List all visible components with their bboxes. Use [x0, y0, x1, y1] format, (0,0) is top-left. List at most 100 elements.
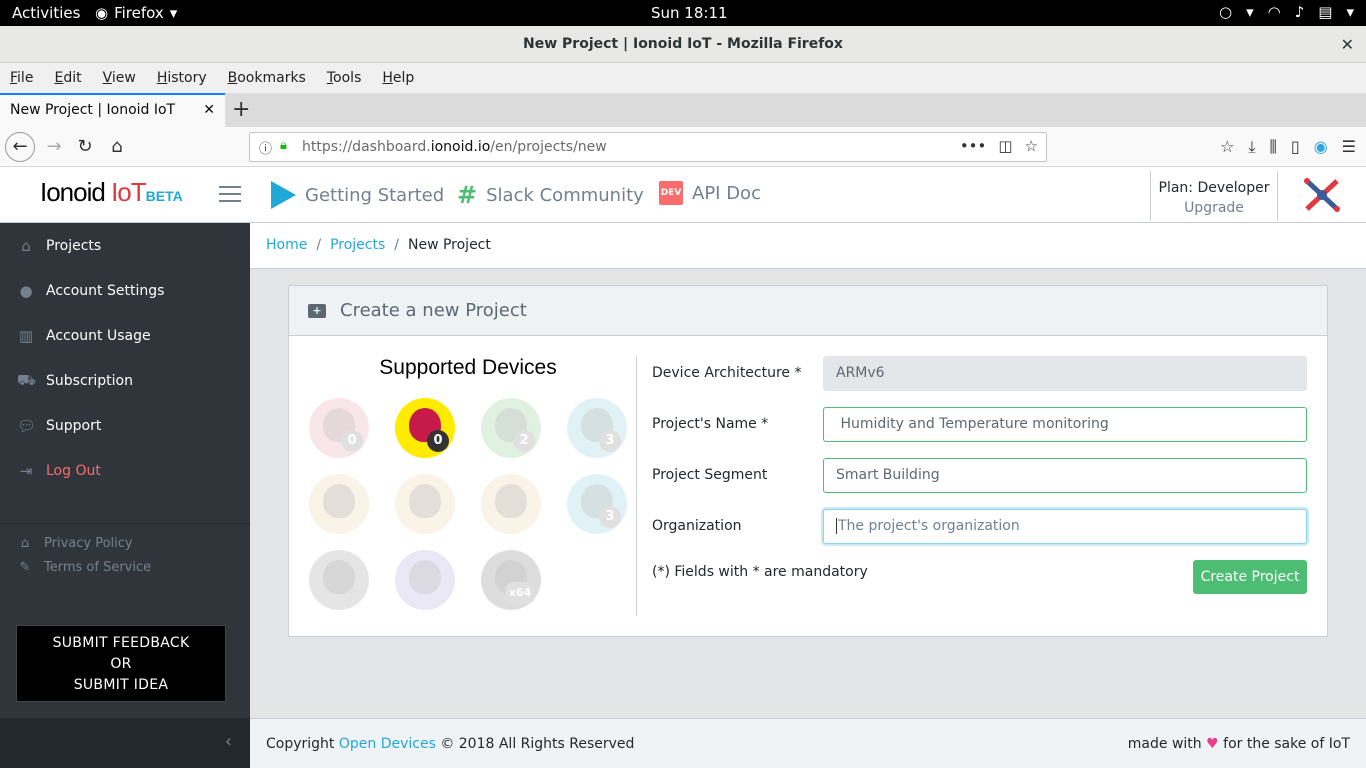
breadcrumb-home[interactable]: Home	[266, 237, 307, 253]
breadcrumb-projects[interactable]: Projects	[330, 237, 385, 253]
sidebar-item-account-usage[interactable]: ▥ Account Usage	[0, 313, 250, 358]
nav-getting-started-label: Getting Started	[305, 184, 445, 206]
forward-icon[interactable]: →	[40, 133, 68, 161]
chart-icon: ▥	[18, 326, 34, 345]
sidebar-item-account-settings[interactable]: ● Account Settings	[0, 268, 250, 313]
device-raspberry-pi-zero-w[interactable]: 0	[395, 398, 455, 458]
device-linux-x64[interactable]: x64	[481, 550, 541, 610]
privacy-policy-link[interactable]: ⌂ Privacy Policy	[0, 531, 250, 555]
made-with-prefix: made with	[1127, 736, 1207, 752]
terms-of-service-link[interactable]: ✎ Terms of Service	[0, 555, 250, 579]
home-icon[interactable]: ⌂	[103, 133, 131, 161]
library-icon[interactable]: ⫼	[1270, 137, 1277, 157]
project-name-input[interactable]: Humidity and Temperature monitoring	[823, 407, 1307, 442]
reload-icon[interactable]: ↻	[71, 133, 99, 161]
device-logo-icon	[323, 560, 355, 594]
project-segment-input[interactable]: Smart Building	[823, 458, 1307, 493]
sidebar-item-support[interactable]: 💬︎ Support	[0, 403, 250, 448]
pocket-icon[interactable]: ◫	[998, 137, 1012, 155]
name-label: Project's Name *	[652, 416, 769, 432]
device-badge: 0	[341, 430, 363, 452]
menu-tools[interactable]: Tools	[327, 70, 362, 86]
privacy-policy-label: Privacy Policy	[44, 535, 133, 551]
reading-list-icon[interactable]: ☆	[1220, 137, 1234, 157]
more-actions-icon[interactable]: •••	[960, 137, 987, 155]
open-devices-link[interactable]: Open Devices	[339, 736, 436, 752]
plan-label: Plan: Developer	[1158, 180, 1270, 196]
brand-name: Ionoid	[40, 177, 106, 207]
device-logo-icon	[323, 484, 355, 518]
device-raspberry-pi-zero[interactable]: 0	[309, 398, 369, 458]
device-beaglebone-white[interactable]	[395, 474, 455, 534]
nav-api-doc[interactable]: DEV API Doc	[659, 181, 761, 205]
download-icon[interactable]: ⤓	[1248, 137, 1255, 157]
menu-file[interactable]: File	[10, 70, 33, 86]
device-raspberry-pi-3[interactable]: 3	[567, 398, 627, 458]
activities-button[interactable]: Activities	[12, 4, 80, 22]
menu-bookmarks[interactable]: Bookmarks	[228, 70, 306, 86]
window-title: New Project | Ionoid IoT - Mozilla Firef…	[523, 36, 843, 52]
tab-title: New Project | Ionoid IoT	[10, 102, 176, 118]
sidebar: ⌂ Projects ● Account Settings ▥ Account …	[0, 223, 250, 768]
vertical-divider	[636, 356, 637, 616]
nav-getting-started[interactable]: Getting Started	[270, 181, 444, 209]
device-raspberry-pi-2[interactable]: 2	[481, 398, 541, 458]
close-window-icon[interactable]: ✕	[1341, 26, 1354, 63]
sidebar-item-projects[interactable]: ⌂ Projects	[0, 223, 250, 268]
sidebar-toggle-icon[interactable]: ▯	[1291, 137, 1300, 157]
device-beaglebone-black[interactable]	[309, 474, 369, 534]
upgrade-link[interactable]: Upgrade	[1151, 200, 1277, 216]
volume-icon: ♪	[1294, 3, 1305, 21]
nav-slack-community[interactable]: # Slack Community	[457, 181, 644, 209]
sidebar-divider	[0, 523, 250, 524]
sidebar-item-logout[interactable]: ⇥ Log Out	[0, 448, 250, 493]
nav-api-doc-label: API Doc	[692, 182, 761, 204]
submit-feedback-button[interactable]: SUBMIT FEEDBACK OR SUBMIT IDEA	[16, 625, 226, 702]
brand-logo[interactable]: Ionoid IoTBETA	[40, 177, 183, 208]
sidebar-item-subscription[interactable]: ⛟ Subscription	[0, 358, 250, 403]
comment-icon: 💬︎	[17, 416, 37, 435]
close-tab-icon[interactable]: ✕	[203, 102, 215, 118]
sidebar-toggle-hamburger-icon[interactable]	[219, 186, 241, 207]
breadcrumb: Home / Projects / New Project	[250, 223, 1366, 269]
create-project-button[interactable]: Create Project	[1193, 560, 1307, 594]
device-raspberry-pi-3-plus[interactable]: 3	[567, 474, 627, 534]
user-avatar-icon[interactable]	[1303, 177, 1341, 213]
bookmark-star-icon[interactable]: ☆	[1025, 137, 1038, 155]
device-beaglebone-green[interactable]	[481, 474, 541, 534]
home-icon: ⌂	[21, 236, 31, 255]
info-icon[interactable]: ⓘ	[259, 138, 272, 157]
back-icon[interactable]: ←	[5, 132, 35, 162]
app-header: Ionoid IoTBETA Getting Started # Slack C…	[0, 167, 1366, 223]
nav-slack-community-label: Slack Community	[486, 184, 644, 206]
sidebar-item-label: Account Usage	[46, 327, 151, 344]
sidebar-minimizer[interactable]: ‹	[0, 718, 250, 768]
new-tab-icon[interactable]: +	[232, 97, 250, 122]
edit-icon: ✎	[19, 559, 31, 575]
name-row: Project's Name * Humidity and Temperatur…	[652, 407, 1308, 443]
wifi-icon: ◠	[1267, 3, 1281, 21]
system-clock[interactable]: Sun 18:11	[651, 4, 728, 22]
chevron-down-icon: ▾	[1346, 3, 1354, 21]
plan-box: Plan: Developer Upgrade	[1150, 171, 1278, 221]
dev-icon: DEV	[659, 181, 683, 205]
menu-edit[interactable]: Edit	[54, 70, 81, 86]
device-badge: x64	[505, 582, 535, 604]
device-logo-icon	[495, 484, 527, 518]
app-menu-label: Firefox	[114, 4, 164, 22]
url-bar[interactable]: ⓘ 🔒︎ https://dashboard.ionoid.io/en/proj…	[249, 132, 1047, 162]
tab-new-project[interactable]: New Project | Ionoid IoT ✕	[0, 93, 225, 127]
telegram-icon[interactable]: ◉	[1314, 137, 1328, 157]
system-tray[interactable]: ○ ▾ ◠ ♪ ▤ ▾	[1219, 3, 1354, 21]
arch-row: Device Architecture * ARMv6	[652, 356, 1308, 392]
organization-input[interactable]: The project's organization	[823, 509, 1307, 544]
device-intel[interactable]	[395, 550, 455, 610]
menu-view[interactable]: View	[103, 70, 136, 86]
menu-hamburger-icon[interactable]: ☰	[1342, 137, 1356, 157]
app-menu[interactable]: ◉ Firefox ▾	[95, 4, 177, 22]
devices-title: Supported Devices	[379, 356, 557, 379]
menu-help[interactable]: Help	[382, 70, 414, 86]
tab-strip: New Project | Ionoid IoT ✕ +	[0, 93, 1366, 127]
menu-history[interactable]: History	[157, 70, 207, 86]
device-linux-arm[interactable]	[309, 550, 369, 610]
